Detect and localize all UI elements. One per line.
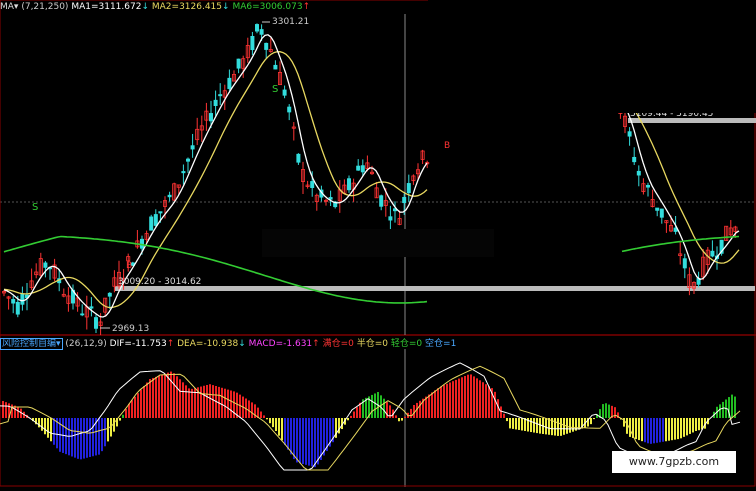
candle-body [185, 158, 190, 162]
candle-body [310, 181, 315, 188]
candle-body [158, 211, 163, 214]
candle-body [89, 306, 94, 309]
candle-body [43, 262, 48, 268]
candle-body [107, 292, 112, 297]
dea-value: DEA=-10.938 [177, 339, 239, 349]
half-position: 半仓=0 [356, 339, 389, 349]
candle-body [346, 178, 351, 191]
candle-body [636, 170, 641, 176]
candle-body [627, 131, 632, 137]
candle-body [282, 89, 287, 96]
signal-buy-1: B [126, 261, 132, 271]
candle-body [659, 208, 664, 218]
indicator-legend: 风险控制自编▾ (26,12,9) DIF=-11.753↑ DEA=-10.9… [0, 337, 456, 351]
empty-position: 空仓=1 [425, 339, 457, 349]
ma6-value: MA6=3006.073 [232, 2, 303, 12]
dif-arrow: ↑ [166, 339, 175, 349]
ma6-arrow: ↑ [302, 2, 311, 12]
candle-body [379, 195, 384, 207]
candle-body [218, 94, 223, 97]
candle-body [208, 113, 213, 122]
dif-value: DIF=-11.753 [109, 339, 167, 349]
dea-arrow: ↓ [238, 339, 246, 349]
candle-body [259, 29, 264, 35]
ma1-arrow: ↓ [141, 2, 149, 12]
redaction-block-middle [262, 229, 494, 257]
candle-body [273, 64, 278, 70]
candle-body [402, 196, 407, 204]
candle-body [682, 258, 687, 269]
signal-buy-2: B [444, 141, 450, 151]
candle-body [710, 250, 715, 257]
candle-body [296, 153, 301, 163]
candle-body [264, 42, 269, 50]
macd-value: MACD=-1.631 [248, 339, 313, 349]
candle-body [227, 77, 232, 89]
candle-body [646, 184, 651, 188]
signal-sell-1: S [32, 202, 38, 213]
candle-body [167, 194, 172, 198]
redaction-block-top-right [428, 0, 756, 113]
watermark: www.7gpzb.com [612, 451, 736, 473]
candle-body [406, 183, 411, 194]
candle-body [360, 165, 365, 173]
low-price-label: 2969.13 [112, 324, 149, 334]
candle-body [254, 24, 259, 32]
candle-body [236, 58, 241, 69]
candle-body [328, 197, 333, 200]
candle-body [15, 301, 20, 315]
candle-body [94, 317, 99, 329]
ma2-value: MA2=3126.415 [151, 2, 223, 12]
candle-body [11, 299, 16, 304]
light-position: 轻仓=0 [390, 339, 423, 349]
candle-body [388, 216, 393, 221]
indicator-selector[interactable]: 风险控制自编▾ [0, 338, 63, 350]
chart-window: 3301.21 2969.13 3009.20 - 3014.62 3109.44 -… [0, 0, 756, 487]
range-band [115, 286, 755, 291]
candle-body [655, 207, 660, 211]
candle-body [356, 165, 361, 171]
signal-sell-2: S [272, 84, 278, 95]
full-position: 满仓=0 [322, 339, 354, 349]
candle-body [153, 214, 158, 226]
indicator-params: (26,12,9) [65, 339, 107, 349]
candle-body [149, 216, 154, 231]
range-label: 3009.20 - 3014.62 [118, 277, 201, 287]
candle-body [250, 35, 255, 51]
candle-body [20, 293, 25, 305]
candle-body [632, 156, 637, 163]
candle-body [181, 171, 186, 174]
macd-arrow: ↑ [312, 339, 320, 349]
candle-body [287, 106, 292, 113]
ma-selector[interactable]: MA▾ [0, 2, 18, 12]
high-price-label: 3301.21 [272, 17, 309, 27]
candle-body [213, 99, 218, 106]
candle-body [80, 313, 85, 316]
candle-body [190, 145, 195, 150]
ma2-arrow: ↓ [222, 2, 230, 12]
ma-legend: MA▾ (7,21,250) MA1=3111.672↓ MA2=3126.41… [0, 0, 310, 14]
ma1-value: MA1=3111.672 [71, 2, 142, 12]
ma-params: (7,21,250) [21, 2, 69, 12]
